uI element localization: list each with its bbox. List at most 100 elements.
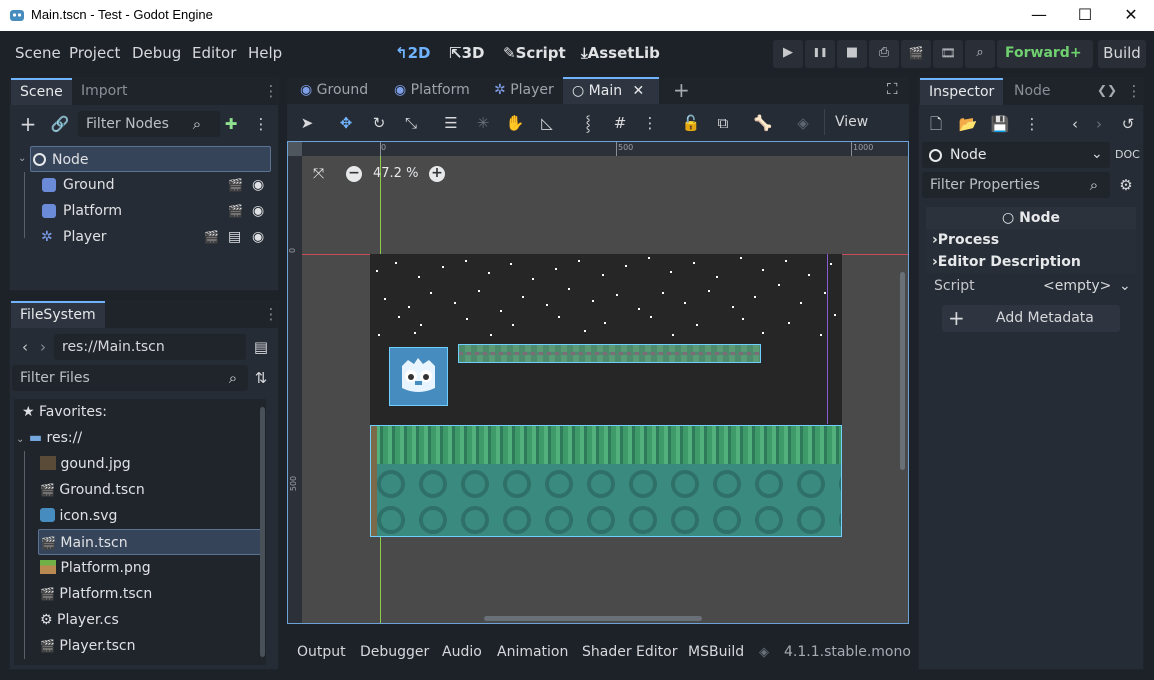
pivot-icon[interactable]: ✳ bbox=[472, 112, 494, 134]
bone-icon[interactable]: 🦴 bbox=[752, 112, 774, 134]
play-scene-button[interactable]: 🎬 bbox=[901, 40, 931, 68]
distraction-free-icon[interactable]: ⛶ bbox=[887, 80, 898, 98]
build-button[interactable]: Build bbox=[1098, 40, 1146, 68]
tree-node-root[interactable]: Node bbox=[30, 146, 271, 172]
script-property-value[interactable]: <empty> bbox=[1043, 278, 1111, 294]
workspace-3d-button[interactable]: ⇱3D bbox=[449, 44, 484, 62]
minimize-button[interactable]: — bbox=[1016, 0, 1062, 31]
view-menu[interactable]: View bbox=[835, 114, 868, 130]
tab-scene-ground[interactable]: ◉ Ground bbox=[291, 77, 377, 104]
tree-node-ground[interactable]: Ground 🎬 ◉ bbox=[40, 172, 270, 198]
attach-script-icon[interactable]: ✚ bbox=[220, 113, 242, 135]
renderer-select[interactable]: Forward+ ⌄ bbox=[997, 40, 1093, 88]
tab-node[interactable]: Node bbox=[1005, 78, 1060, 105]
instance-scene-icon[interactable]: 🔗 bbox=[49, 113, 71, 135]
file-item-selected[interactable]: 🎬 Main.tscn bbox=[38, 529, 261, 555]
workspace-assetlib-button[interactable]: ⤓AssetLib bbox=[581, 44, 660, 62]
add-tab-icon[interactable]: + bbox=[673, 78, 690, 102]
section-editor-description[interactable]: ›Editor Description bbox=[926, 251, 1136, 273]
menu-debug[interactable]: Debug bbox=[132, 44, 181, 62]
add-metadata-button[interactable]: + Add Metadata bbox=[942, 305, 1120, 332]
canvas-viewport[interactable]: 0 500 1000 0 500 ⤧ − 47.2 % + bbox=[287, 141, 909, 624]
player-sprite[interactable] bbox=[389, 347, 448, 406]
scale-tool-icon[interactable]: ⤡ bbox=[400, 112, 422, 134]
history-forward-icon[interactable]: › bbox=[1088, 113, 1110, 135]
group-icon[interactable]: ⧉ bbox=[712, 112, 734, 134]
pause-button[interactable]: ❚❚ bbox=[805, 40, 835, 68]
grid-snap-icon[interactable]: # bbox=[609, 112, 631, 134]
file-item[interactable]: 🎬 Ground.tscn bbox=[40, 477, 145, 503]
play-button[interactable]: ▶ bbox=[773, 40, 803, 68]
resource-options-icon[interactable]: ⋮ bbox=[1021, 113, 1043, 135]
zoom-reset-icon[interactable]: ⤧ bbox=[313, 166, 324, 182]
dock-menu-icon[interactable]: ⋮ bbox=[260, 80, 282, 102]
vertical-scrollbar[interactable] bbox=[900, 272, 905, 470]
tab-filesystem[interactable]: FileSystem bbox=[11, 301, 105, 328]
move-tool-icon[interactable]: ✥ bbox=[335, 112, 357, 134]
zoom-level[interactable]: 47.2 % bbox=[373, 166, 418, 181]
list-select-icon[interactable]: ☰ bbox=[440, 112, 462, 134]
script-icon[interactable]: ▤ bbox=[228, 224, 241, 250]
stop-button[interactable]: ■ bbox=[837, 40, 867, 68]
scene-instance-icon[interactable]: 🎬 bbox=[228, 198, 243, 224]
forward-icon[interactable]: › bbox=[32, 336, 54, 358]
play-custom-scene-button[interactable]: 🎞 bbox=[933, 40, 963, 68]
file-item[interactable]: 🎬 Player.tscn bbox=[40, 633, 136, 659]
tab-animation[interactable]: Animation bbox=[497, 644, 568, 660]
close-button[interactable]: ✕ bbox=[1108, 0, 1154, 31]
menu-help[interactable]: Help bbox=[248, 44, 282, 62]
maximize-button[interactable]: ☐ bbox=[1062, 0, 1108, 31]
tab-scene[interactable]: Scene bbox=[11, 78, 72, 105]
save-resource-icon[interactable]: 💾 bbox=[989, 113, 1011, 135]
visibility-icon[interactable]: ◉ bbox=[252, 224, 264, 250]
section-process[interactable]: ›Process bbox=[926, 229, 1136, 251]
tab-scene-platform[interactable]: ◉ Platform bbox=[385, 77, 479, 104]
tab-scene-player[interactable]: ✲ Player bbox=[485, 77, 563, 104]
tab-inspector[interactable]: Inspector bbox=[920, 78, 1004, 105]
pan-tool-icon[interactable]: ✋ bbox=[504, 112, 526, 134]
file-item[interactable]: gound.jpg bbox=[40, 451, 131, 477]
movie-maker-button[interactable]: ⌕ bbox=[965, 40, 995, 68]
zoom-out-icon[interactable]: − bbox=[346, 166, 362, 182]
version-label[interactable]: 4.1.1.stable.mono bbox=[784, 644, 911, 660]
res-root-item[interactable]: ⌄ ▬ res:// bbox=[16, 425, 82, 451]
dock-menu-icon[interactable]: ⋮ bbox=[260, 303, 282, 325]
collapse-arrow-icon[interactable]: ⌄ bbox=[18, 153, 26, 164]
workspace-2d-button[interactable]: ↰2D bbox=[395, 44, 430, 62]
menu-scene[interactable]: Scene bbox=[15, 44, 61, 62]
workspace-script-button[interactable]: ✎Script bbox=[503, 44, 566, 62]
horizontal-scrollbar[interactable] bbox=[484, 616, 702, 621]
ground-sprite[interactable] bbox=[370, 425, 842, 537]
platform-sprite[interactable] bbox=[458, 344, 761, 363]
file-item[interactable]: icon.svg bbox=[40, 503, 117, 529]
tree-node-platform[interactable]: Platform 🎬 ◉ bbox=[40, 198, 270, 224]
rotate-tool-icon[interactable]: ↻ bbox=[368, 112, 390, 134]
lock-icon[interactable]: 🔓 bbox=[680, 112, 702, 134]
tab-msbuild[interactable]: MSBuild bbox=[688, 644, 744, 660]
scene-options-icon[interactable]: ⋮ bbox=[250, 113, 272, 135]
new-resource-icon[interactable]: 🗋 bbox=[925, 113, 947, 135]
zoom-in-icon[interactable]: + bbox=[429, 166, 445, 182]
file-item[interactable]: 🎬 Platform.tscn bbox=[40, 581, 152, 607]
tab-shader-editor[interactable]: Shader Editor bbox=[582, 644, 677, 660]
dock-menu-icon[interactable]: ⋮ bbox=[1123, 80, 1145, 102]
close-tab-icon[interactable]: ✕ bbox=[633, 83, 645, 99]
remote-debug-button[interactable]: ⎙ bbox=[869, 40, 899, 68]
layout-toggle-icon[interactable]: ▤ bbox=[250, 336, 272, 358]
tab-output[interactable]: Output bbox=[297, 644, 346, 660]
scene-instance-icon[interactable]: 🎬 bbox=[228, 172, 243, 198]
scrollbar[interactable] bbox=[260, 407, 265, 657]
history-icon[interactable]: ↺ bbox=[1117, 113, 1139, 135]
inspector-options-icon[interactable]: ⚙ bbox=[1115, 174, 1137, 196]
menu-editor[interactable]: Editor bbox=[192, 44, 236, 62]
tab-audio[interactable]: Audio bbox=[442, 644, 482, 660]
ruler-tool-icon[interactable]: ◺ bbox=[536, 112, 558, 134]
history-back-icon[interactable]: ‹ bbox=[1064, 113, 1086, 135]
menu-project[interactable]: Project bbox=[69, 44, 120, 62]
node-type-select[interactable]: Node bbox=[922, 142, 1110, 168]
camera-icon[interactable]: ◈ bbox=[792, 112, 814, 134]
tree-node-player[interactable]: ✲ Player 🎬 ▤ ◉ bbox=[40, 224, 270, 250]
path-input[interactable]: res://Main.tscn bbox=[54, 334, 246, 360]
sort-icon[interactable]: ⇅ bbox=[250, 367, 272, 389]
open-resource-icon[interactable]: 📂 bbox=[957, 113, 979, 135]
